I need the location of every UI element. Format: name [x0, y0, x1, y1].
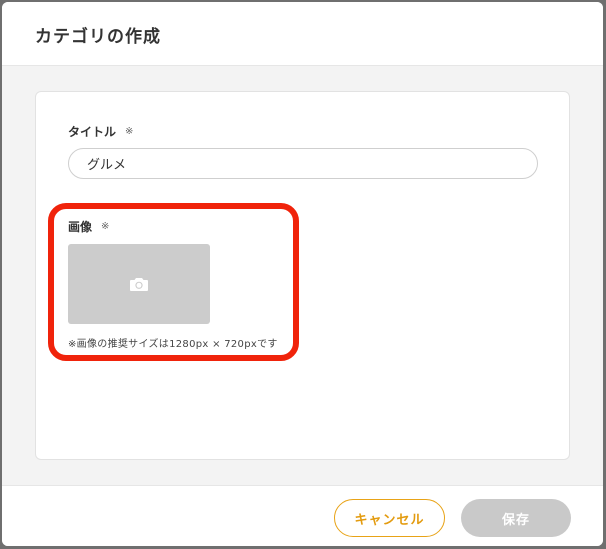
form-card: タイトル ※ 画像 ※ ※画像の推奨サイズは1280px × 720pxです	[35, 91, 570, 460]
image-field-label: 画像 ※	[68, 218, 109, 235]
modal-title: カテゴリの作成	[35, 27, 161, 47]
image-label-text: 画像	[68, 220, 93, 234]
camera-icon	[130, 278, 148, 291]
modal-footer: キャンセル 保存	[2, 485, 603, 546]
image-size-note: ※画像の推奨サイズは1280px × 720pxです	[68, 339, 278, 350]
image-upload-area[interactable]	[68, 244, 210, 324]
modal-header: カテゴリの作成	[2, 2, 603, 66]
title-required-mark: ※	[125, 126, 134, 137]
create-category-modal: カテゴリの作成 タイトル ※ 画像 ※ ※画像の推奨サイズは1280px × 720…	[2, 2, 603, 546]
save-button[interactable]: 保存	[461, 499, 571, 537]
image-required-mark: ※	[101, 221, 110, 232]
title-label-text: タイトル	[68, 125, 117, 139]
title-field-label: タイトル ※	[68, 123, 133, 140]
title-input[interactable]	[68, 148, 538, 179]
cancel-button[interactable]: キャンセル	[334, 499, 445, 537]
